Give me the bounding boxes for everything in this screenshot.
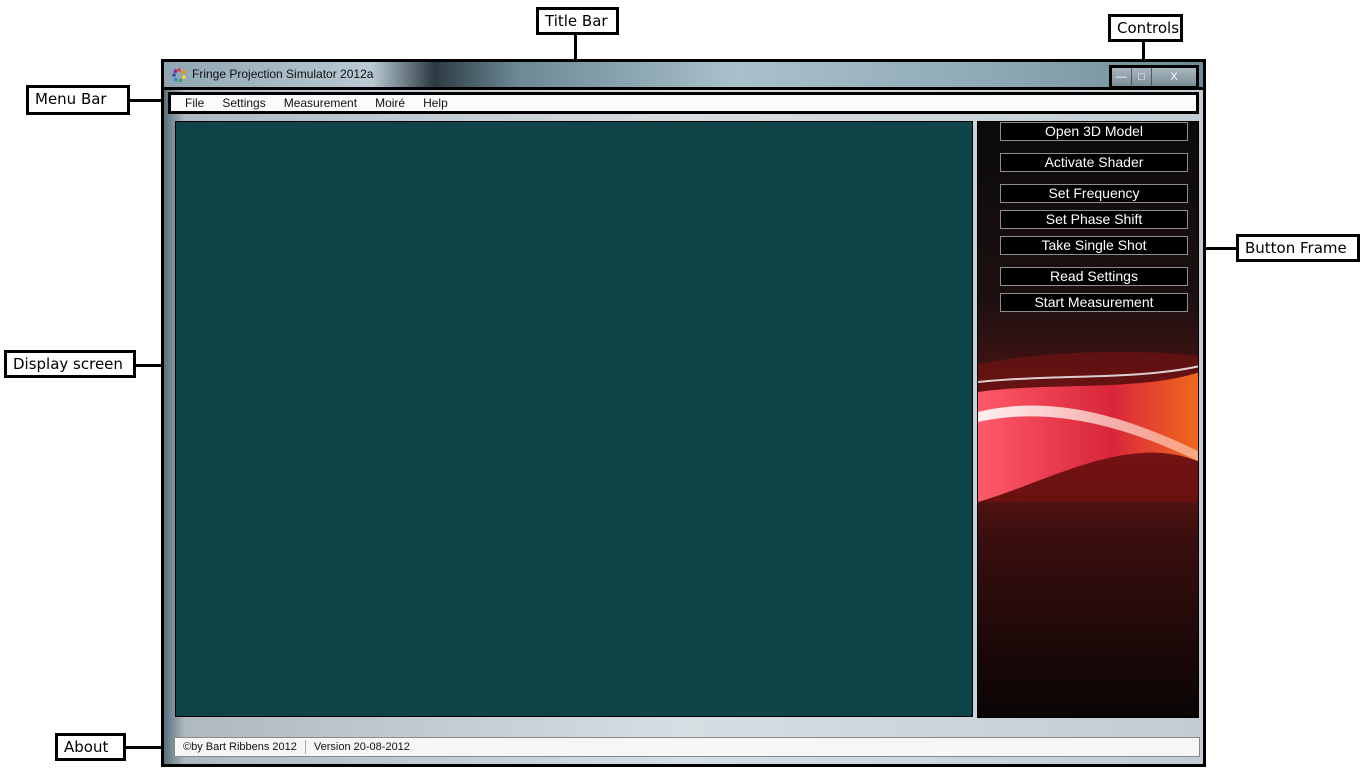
set-frequency-button[interactable]: Set Frequency [1000,184,1188,203]
minimize-button[interactable]: — [1112,68,1132,86]
start-measurement-button[interactable]: Start Measurement [1000,293,1188,312]
display-screen[interactable] [175,121,973,717]
about-status-bar: ©by Bart Ribbens 2012 Version 20-08-2012 [174,737,1200,757]
take-single-shot-button[interactable]: Take Single Shot [1000,236,1188,255]
window-controls: — □ X [1109,65,1199,89]
menu-settings[interactable]: Settings [222,96,265,110]
app-window: Fringe Projection Simulator 2012a — □ X … [161,59,1206,767]
callout-controls: Controls [1108,14,1183,42]
button-frame: Open 3D Model Activate Shader Set Freque… [977,121,1199,718]
author-credit: ©by Bart Ribbens 2012 [175,740,306,754]
window-title: Fringe Projection Simulator 2012a [192,67,374,81]
callout-button-frame: Button Frame [1236,234,1360,262]
close-button[interactable]: X [1152,68,1196,86]
menu-bar: File Settings Measurement Moiré Help [168,92,1199,114]
menu-help[interactable]: Help [423,96,448,110]
version-label: Version 20-08-2012 [313,741,410,753]
menu-moire[interactable]: Moiré [375,96,405,110]
decorative-wave-graphic [978,352,1198,502]
callout-about: About [55,733,126,761]
maximize-button[interactable]: □ [1132,68,1152,86]
activate-shader-button[interactable]: Activate Shader [1000,153,1188,172]
menu-measurement[interactable]: Measurement [284,96,357,110]
callout-title-bar: Title Bar [536,7,619,35]
callout-menu-bar: Menu Bar [26,85,130,115]
app-logo-icon [172,68,186,83]
open-3d-model-button[interactable]: Open 3D Model [1000,122,1188,141]
callout-display-screen: Display screen [4,350,136,378]
title-bar[interactable]: Fringe Projection Simulator 2012a — □ X [164,62,1203,90]
set-phase-shift-button[interactable]: Set Phase Shift [1000,210,1188,229]
menu-file[interactable]: File [185,96,204,110]
leader-title-bar [574,35,577,61]
read-settings-button[interactable]: Read Settings [1000,267,1188,286]
